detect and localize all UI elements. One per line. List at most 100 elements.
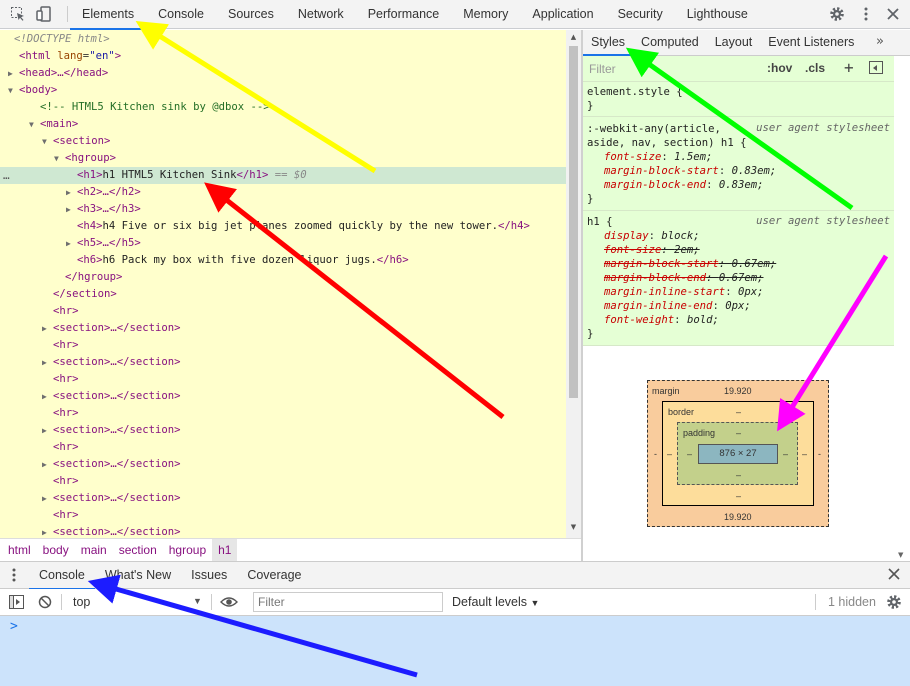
rule-selector[interactable]: aside, nav, section) h1 { bbox=[587, 136, 746, 150]
drawer-tab-console[interactable]: Console bbox=[29, 562, 95, 590]
scroll-down-arrow-icon[interactable]: ▼ bbox=[898, 551, 903, 559]
padding-bottom-value[interactable]: – bbox=[736, 470, 741, 480]
margin-left-value[interactable]: - bbox=[654, 449, 657, 459]
dom-node[interactable]: <hr> bbox=[0, 371, 566, 388]
margin-bottom-value[interactable]: 19.920 bbox=[724, 512, 752, 522]
dom-node[interactable]: <html lang="en"> bbox=[0, 48, 566, 65]
dom-node[interactable]: <h6>h6 Pack my box with five dozen liquo… bbox=[0, 252, 566, 269]
expand-arrow-icon[interactable]: ▶ bbox=[8, 65, 18, 82]
breadcrumb-main[interactable]: main bbox=[75, 539, 113, 561]
expand-arrow-icon[interactable]: ▶ bbox=[66, 184, 76, 201]
context-dropdown-icon[interactable]: ▼ bbox=[193, 596, 202, 606]
dom-node-selected[interactable]: <h1>h1 HTML5 Kitchen Sink</h1> == $0… bbox=[0, 167, 566, 184]
margin-top-value[interactable]: 19.920 bbox=[724, 386, 752, 396]
dom-node[interactable]: <!DOCTYPE html> bbox=[0, 31, 566, 48]
border-left-value[interactable]: – bbox=[667, 449, 672, 459]
css-property[interactable]: font-size: 2em; bbox=[604, 243, 700, 257]
tab-performance[interactable]: Performance bbox=[356, 0, 452, 29]
gear-icon[interactable] bbox=[886, 594, 902, 613]
context-selector[interactable]: top bbox=[73, 595, 90, 609]
clear-console-icon[interactable] bbox=[38, 595, 52, 612]
tab-console[interactable]: Console bbox=[146, 0, 216, 29]
dom-node[interactable]: <hr> bbox=[0, 507, 566, 524]
dom-node[interactable]: <hr> bbox=[0, 337, 566, 354]
border-bottom-value[interactable]: – bbox=[736, 491, 741, 501]
expand-arrow-icon[interactable]: ▶ bbox=[42, 320, 52, 337]
toggle-sidebar-icon[interactable] bbox=[869, 61, 883, 74]
dom-node[interactable]: <hr> bbox=[0, 303, 566, 320]
dom-node[interactable]: <hr> bbox=[0, 405, 566, 422]
breadcrumb-hgroup[interactable]: hgroup bbox=[163, 539, 212, 561]
tab-event-listeners[interactable]: Event Listeners bbox=[760, 30, 862, 55]
css-property[interactable]: margin-block-start: 0.67em; bbox=[604, 257, 776, 271]
eye-icon[interactable] bbox=[220, 595, 238, 612]
console-input-area[interactable]: > bbox=[0, 616, 910, 686]
tab-elements[interactable]: Elements bbox=[70, 0, 147, 30]
border-right-value[interactable]: – bbox=[802, 449, 807, 459]
close-icon[interactable] bbox=[885, 6, 901, 22]
hover-state-toggle[interactable]: :hov bbox=[767, 61, 792, 75]
gear-icon[interactable] bbox=[829, 6, 845, 22]
drawer-tab-coverage[interactable]: Coverage bbox=[237, 562, 311, 589]
dom-node[interactable]: <h4>h4 Five or six big jet planes zoomed… bbox=[0, 218, 566, 235]
tab-sources[interactable]: Sources bbox=[216, 0, 286, 29]
dom-node[interactable]: ▶ <head>…</head> bbox=[0, 65, 566, 82]
close-icon[interactable] bbox=[887, 567, 901, 585]
dom-node[interactable]: <hr> bbox=[0, 473, 566, 490]
tab-memory[interactable]: Memory bbox=[451, 0, 520, 29]
expand-arrow-icon[interactable]: ▶ bbox=[42, 524, 52, 538]
dom-node[interactable]: ▶ <section>…</section> bbox=[0, 354, 566, 371]
tab-layout[interactable]: Layout bbox=[707, 30, 761, 55]
css-property[interactable]: display: block; bbox=[604, 229, 700, 243]
class-toggle[interactable]: .cls bbox=[805, 61, 825, 75]
css-property[interactable]: margin-block-end: 0.83em; bbox=[604, 178, 763, 192]
dom-node[interactable]: ▶ <section>…</section> bbox=[0, 320, 566, 337]
css-property[interactable]: margin-inline-start: 0px; bbox=[604, 285, 763, 299]
dom-node[interactable]: <hr> bbox=[0, 439, 566, 456]
tab-security[interactable]: Security bbox=[606, 0, 675, 29]
more-tabs-icon[interactable]: » bbox=[876, 34, 884, 49]
dom-node[interactable]: ▶ <section>…</section> bbox=[0, 490, 566, 507]
dom-node[interactable]: <!-- HTML5 Kitchen sink by @dbox --> bbox=[0, 99, 566, 116]
dom-node[interactable]: ▶ <section>…</section> bbox=[0, 388, 566, 405]
expand-arrow-icon[interactable]: ▶ bbox=[42, 388, 52, 405]
expand-arrow-icon[interactable]: ▶ bbox=[66, 235, 76, 252]
inspect-element-icon[interactable] bbox=[10, 6, 26, 22]
tab-application[interactable]: Application bbox=[520, 0, 605, 29]
dom-scrollbar[interactable]: ▲ ▼ bbox=[566, 30, 581, 538]
border-top-value[interactable]: – bbox=[736, 407, 741, 417]
rule-selector[interactable]: :-webkit-any(article, bbox=[587, 122, 721, 136]
drawer-menu-icon[interactable] bbox=[12, 568, 16, 585]
css-property[interactable]: margin-block-start: 0.83em; bbox=[604, 164, 776, 178]
breadcrumb-h1[interactable]: h1 bbox=[212, 539, 238, 561]
scroll-up-arrow-icon[interactable]: ▲ bbox=[569, 33, 578, 41]
dom-node[interactable]: </section> bbox=[0, 286, 566, 303]
dom-node[interactable]: ▼ <section> bbox=[0, 133, 566, 150]
dom-node[interactable]: ▶ <h2>…</h2> bbox=[0, 184, 566, 201]
dom-node[interactable]: ▶ <section>…</section> bbox=[0, 422, 566, 439]
dom-node[interactable]: </hgroup> bbox=[0, 269, 566, 286]
expand-arrow-icon[interactable]: ▶ bbox=[42, 490, 52, 507]
styles-filter-input[interactable] bbox=[587, 59, 757, 79]
dom-node[interactable]: ▼ <main> bbox=[0, 116, 566, 133]
collapse-arrow-icon[interactable]: ▼ bbox=[29, 116, 39, 133]
log-levels-dropdown[interactable]: Default levels ▼ bbox=[452, 595, 539, 609]
collapse-arrow-icon[interactable]: ▼ bbox=[54, 150, 64, 167]
dom-node[interactable]: ▶ <h3>…</h3> bbox=[0, 201, 566, 218]
dom-node[interactable]: ▶ <section>…</section> bbox=[0, 524, 566, 538]
more-actions-icon[interactable]: … bbox=[3, 167, 10, 184]
padding-left-value[interactable]: – bbox=[687, 449, 692, 459]
css-property[interactable]: font-weight: bold; bbox=[604, 313, 719, 327]
new-style-rule-button[interactable]: + bbox=[844, 58, 854, 77]
drawer-tab-what-s-new[interactable]: What's New bbox=[95, 562, 181, 589]
css-property[interactable]: font-size: 1.5em; bbox=[604, 150, 712, 164]
scrollbar-thumb[interactable] bbox=[569, 46, 578, 398]
collapse-arrow-icon[interactable]: ▼ bbox=[42, 133, 52, 150]
breadcrumb-section[interactable]: section bbox=[113, 539, 163, 561]
breadcrumb-body[interactable]: body bbox=[37, 539, 75, 561]
dom-node[interactable]: ▼ <hgroup> bbox=[0, 150, 566, 167]
dom-node[interactable]: ▼ <body> bbox=[0, 82, 566, 99]
tab-styles[interactable]: Styles bbox=[583, 30, 634, 56]
dom-node[interactable]: ▶ <section>…</section> bbox=[0, 456, 566, 473]
tab-computed[interactable]: Computed bbox=[633, 30, 707, 55]
